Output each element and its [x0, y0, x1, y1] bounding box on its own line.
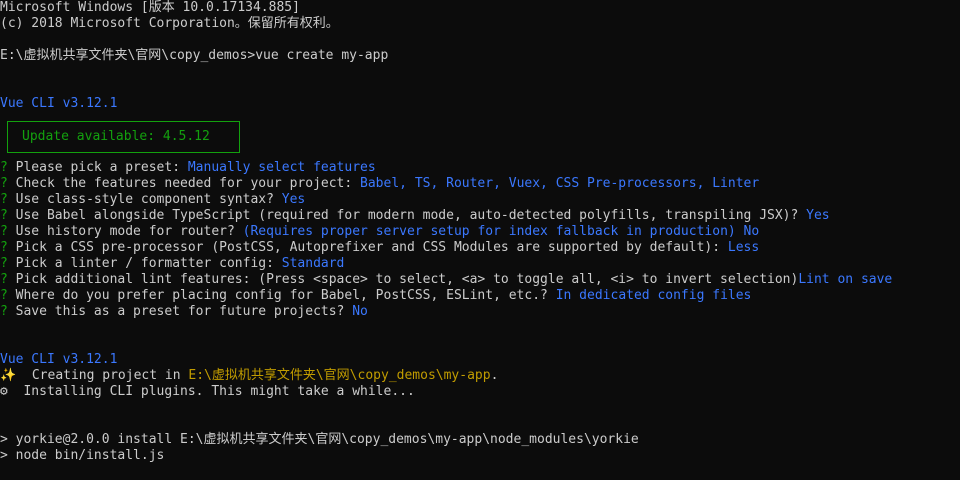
install-script-line: > yorkie@2.0.0 install E:\虚拟机共享文件夹\官网\co… — [0, 432, 639, 447]
sparkles-icon: ✨ — [0, 368, 17, 383]
question-text: Please pick a preset: — [7, 160, 188, 175]
answer-text: Yes — [806, 208, 830, 223]
question-text: Pick a CSS pre-processor (PostCSS, Autop… — [7, 240, 728, 255]
question-text: Where do you prefer placing config for B… — [7, 288, 556, 303]
question-history-mode: ? Use history mode for router? (Requires… — [0, 224, 759, 240]
install-node-line: > node bin/install.js — [0, 448, 165, 463]
question-lint-features: ? Pick additional lint features: (Press … — [0, 272, 892, 288]
question-mark-icon: ? — [0, 288, 8, 303]
installing-text: Installing CLI plugins. This might take … — [7, 384, 415, 399]
copyright-line: (c) 2018 Microsoft Corporation。保留所有权利。 — [0, 16, 339, 31]
question-features: ? Check the features needed for your pro… — [0, 176, 759, 192]
question-text: Use class-style component syntax? — [7, 192, 282, 207]
answer-text: Manually select features — [187, 160, 376, 175]
vue-cli-version-2: Vue CLI v3.12.1 — [0, 352, 118, 367]
question-text: Check the features needed for your proje… — [7, 176, 361, 191]
question-hint: (Press <space> to select, <a> to toggle … — [258, 272, 799, 287]
terminal-window[interactable]: Microsoft Windows [版本 10.0.17134.885] (c… — [0, 0, 960, 480]
answer-text: Babel, TS, Router, Vuex, CSS Pre-process… — [360, 176, 760, 191]
creating-text: Creating project in — [16, 368, 189, 383]
question-mark-icon: ? — [0, 208, 8, 223]
answer-text: No — [735, 224, 760, 239]
question-mark-icon: ? — [0, 272, 8, 287]
question-css-preprocessor: ? Pick a CSS pre-processor (PostCSS, Aut… — [0, 240, 759, 256]
question-linter-config: ? Pick a linter / formatter config: Stan… — [0, 256, 344, 272]
question-mark-icon: ? — [0, 240, 8, 255]
update-notice-box: Update available: 4.5.12 — [7, 121, 240, 153]
answer-text: No — [352, 304, 368, 319]
question-text: Use history mode for router? — [7, 224, 243, 239]
creating-project-line: ✨ Creating project in E:\虚拟机共享文件夹\官网\cop… — [0, 368, 498, 384]
question-mark-icon: ? — [0, 160, 8, 175]
question-text: Pick additional lint features: — [7, 272, 259, 287]
command-text: vue create my-app — [255, 48, 389, 63]
question-hint: (Requires proper server setup for index … — [242, 224, 736, 239]
question-mark-icon: ? — [0, 304, 8, 319]
question-mark-icon: ? — [0, 224, 8, 239]
question-mark-icon: ? — [0, 176, 8, 191]
os-version-line: Microsoft Windows [版本 10.0.17134.885] — [0, 0, 300, 15]
installing-plugins-line: ⚙ Installing CLI plugins. This might tak… — [0, 384, 415, 400]
question-mark-icon: ? — [0, 192, 8, 207]
question-mark-icon: ? — [0, 256, 8, 271]
question-babel-ts: ? Use Babel alongside TypeScript (requir… — [0, 208, 830, 224]
project-path: E:\虚拟机共享文件夹\官网\copy_demos\my-app — [188, 368, 491, 383]
answer-text: In dedicated config files — [555, 288, 752, 303]
question-preset: ? Please pick a preset: Manually select … — [0, 160, 376, 176]
question-text: Pick a linter / formatter config: — [7, 256, 282, 271]
question-text: Save this as a preset for future project… — [7, 304, 353, 319]
question-text: Use Babel alongside TypeScript (required… — [7, 208, 807, 223]
answer-text: Standard — [281, 256, 345, 271]
update-notice-text: Update available: 4.5.12 — [22, 129, 210, 144]
creating-end: . — [490, 368, 499, 383]
gear-icon: ⚙ — [0, 384, 8, 399]
question-save-preset: ? Save this as a preset for future proje… — [0, 304, 368, 320]
question-config-placement: ? Where do you prefer placing config for… — [0, 288, 751, 304]
command-prompt: E:\虚拟机共享文件夹\官网\copy_demos> — [0, 48, 256, 63]
answer-text: Less — [727, 240, 760, 255]
command-line: E:\虚拟机共享文件夹\官网\copy_demos>vue create my-… — [0, 48, 388, 64]
answer-text: Lint on save — [798, 272, 893, 287]
answer-text: Yes — [281, 192, 306, 207]
vue-cli-version: Vue CLI v3.12.1 — [0, 96, 118, 111]
question-class-style: ? Use class-style component syntax? Yes — [0, 192, 305, 208]
